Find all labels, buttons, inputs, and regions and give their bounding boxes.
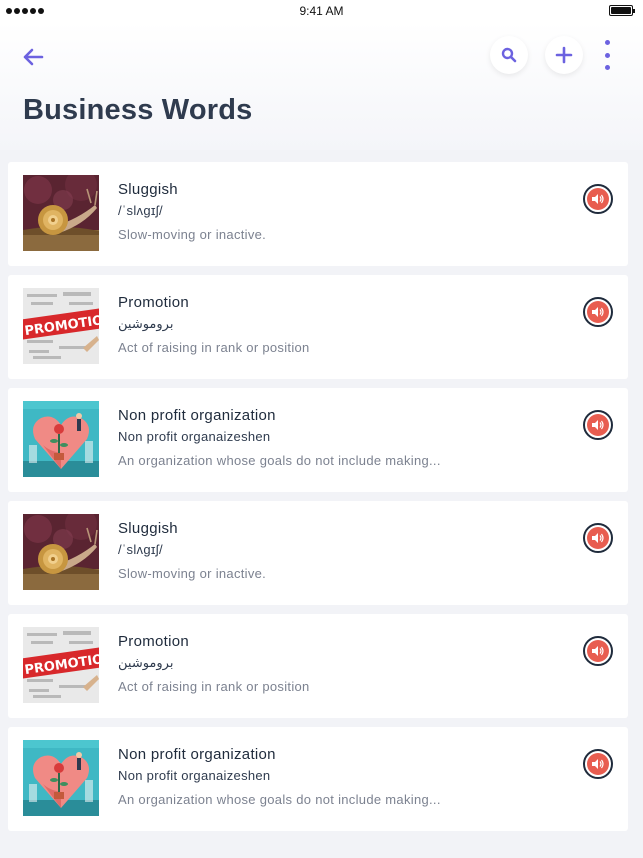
word-title: Promotion bbox=[118, 294, 190, 311]
word-card[interactable]: Non profit organization Non profit organ… bbox=[8, 727, 628, 831]
word-meaning: An organization whose goals do not inclu… bbox=[118, 453, 441, 468]
speaker-icon bbox=[592, 759, 604, 769]
word-image-snail bbox=[23, 175, 99, 251]
dot bbox=[604, 52, 610, 58]
play-sound-button[interactable] bbox=[583, 749, 613, 779]
more-options-button[interactable] bbox=[597, 40, 617, 70]
speaker-icon bbox=[592, 307, 604, 317]
search-icon bbox=[501, 47, 517, 63]
word-meaning: Act of raising in rank or position bbox=[118, 679, 310, 694]
word-meaning: Slow-moving or inactive. bbox=[118, 566, 267, 581]
word-pronunciation: /ˈslʌɡɪʃ/ bbox=[118, 542, 163, 557]
dot bbox=[604, 40, 610, 45]
speaker-icon bbox=[592, 420, 604, 430]
word-title: Non profit organization bbox=[118, 407, 276, 424]
word-image-promotion: PROMOTION bbox=[23, 627, 99, 703]
word-image-heart bbox=[23, 740, 99, 816]
word-card[interactable]: Sluggish /ˈslʌɡɪʃ/ Slow-moving or inacti… bbox=[8, 501, 628, 605]
search-button[interactable] bbox=[490, 36, 528, 74]
word-pronunciation: بروموشين bbox=[118, 655, 174, 670]
word-pronunciation: /ˈslʌɡɪʃ/ bbox=[118, 203, 163, 218]
battery-icon bbox=[609, 5, 635, 16]
word-meaning: Act of raising in rank or position bbox=[118, 340, 310, 355]
play-sound-button[interactable] bbox=[583, 184, 613, 214]
word-meaning: Slow-moving or inactive. bbox=[118, 227, 267, 242]
add-word-button[interactable] bbox=[545, 36, 583, 74]
back-button[interactable] bbox=[18, 42, 48, 72]
word-card[interactable]: Non profit organization Non profit organ… bbox=[8, 388, 628, 492]
word-card[interactable]: Sluggish /ˈslʌɡɪʃ/ Slow-moving or inacti… bbox=[8, 162, 628, 266]
word-image-promotion: PROMOTION bbox=[23, 288, 99, 364]
word-pronunciation: Non profit organaizeshen bbox=[118, 429, 271, 444]
play-sound-button[interactable] bbox=[583, 297, 613, 327]
speaker-icon bbox=[592, 533, 604, 543]
arrow-left-icon bbox=[23, 48, 44, 66]
page-title: Business Words bbox=[23, 94, 253, 126]
word-list: Sluggish /ˈslʌɡɪʃ/ Slow-moving or inacti… bbox=[8, 162, 628, 840]
word-image-snail bbox=[23, 514, 99, 590]
speaker-icon bbox=[592, 194, 604, 204]
play-sound-button[interactable] bbox=[583, 523, 613, 553]
play-sound-button[interactable] bbox=[583, 636, 613, 666]
word-title: Promotion bbox=[118, 633, 190, 650]
header: Business Words bbox=[0, 22, 643, 150]
word-title: Sluggish bbox=[118, 181, 178, 198]
word-pronunciation: بروموشين bbox=[118, 316, 174, 331]
word-card[interactable]: PROMOTION Promotion بروموشين Act of rais… bbox=[8, 275, 628, 379]
status-bar: 9:41 AM bbox=[0, 0, 643, 22]
word-card[interactable]: PROMOTION Promotion بروموشين Act of rais… bbox=[8, 614, 628, 718]
play-sound-button[interactable] bbox=[583, 410, 613, 440]
word-title: Sluggish bbox=[118, 520, 178, 537]
dot bbox=[604, 65, 610, 70]
word-pronunciation: Non profit organaizeshen bbox=[118, 768, 271, 783]
word-meaning: An organization whose goals do not inclu… bbox=[118, 792, 441, 807]
word-image-heart bbox=[23, 401, 99, 477]
word-title: Non profit organization bbox=[118, 746, 276, 763]
status-time: 9:41 AM bbox=[299, 4, 344, 18]
plus-icon bbox=[555, 46, 573, 64]
speaker-icon bbox=[592, 646, 604, 656]
